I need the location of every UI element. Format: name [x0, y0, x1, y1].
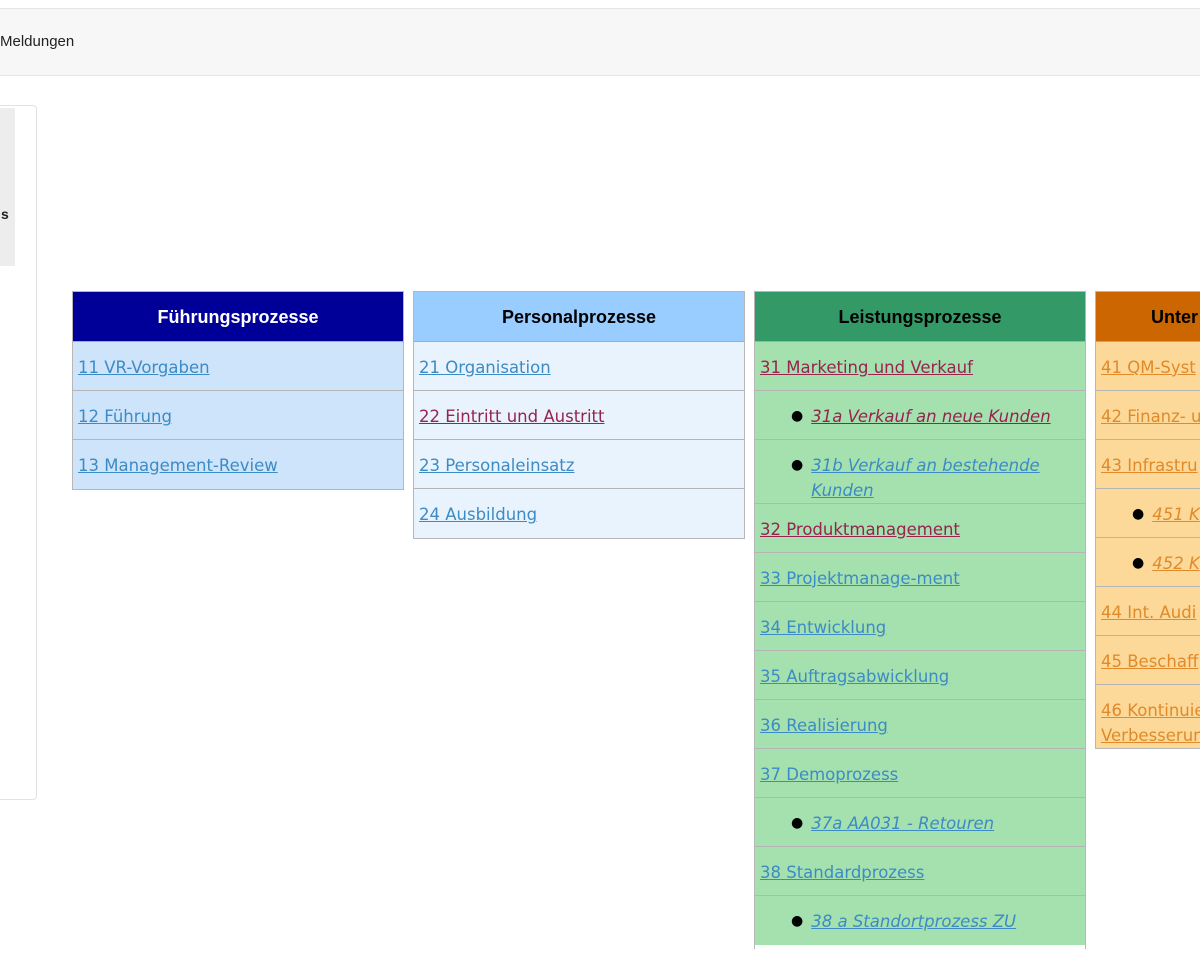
- sub-process-row: ● 37a AA031 - Retouren: [755, 798, 1085, 847]
- process-link[interactable]: 38 Standardprozess: [760, 863, 924, 882]
- column-fuehrungsprozesse: Führungsprozesse 11 VR-Vorgaben 12 Führung…: [72, 291, 404, 490]
- process-link[interactable]: 34 Entwicklung: [760, 618, 886, 637]
- top-navbar: Meldungen: [0, 8, 1200, 76]
- process-row: 13 Management-Review: [73, 440, 403, 489]
- process-row: 45 Beschaff: [1096, 636, 1200, 685]
- process-link[interactable]: 41 QM-Syst: [1101, 358, 1196, 377]
- bullet-icon: ●: [1132, 555, 1145, 571]
- sub-process-row: ● 38 a Standortprozess ZU: [755, 896, 1085, 945]
- process-link[interactable]: 23 Personaleinsatz: [419, 456, 574, 475]
- process-link[interactable]: 32 Produktmanagement: [760, 520, 960, 539]
- process-link[interactable]: 45 Beschaff: [1101, 652, 1198, 671]
- process-link[interactable]: 36 Realisierung: [760, 716, 888, 735]
- process-row: 24 Ausbildung: [414, 489, 744, 538]
- process-row: 36 Realisierung: [755, 700, 1085, 749]
- process-link[interactable]: 12 Führung: [78, 407, 172, 426]
- sub-process-link[interactable]: 31a Verkauf an neue Kunden: [811, 404, 1050, 429]
- process-link[interactable]: 24 Ausbildung: [419, 505, 537, 524]
- process-link[interactable]: 21 Organisation: [419, 358, 551, 377]
- process-link[interactable]: 35 Auftragsabwicklung: [760, 667, 949, 686]
- column-leistungsprozesse: Leistungsprozesse 31 Marketing und Verkau…: [754, 291, 1086, 949]
- process-link[interactable]: 44 Int. Audi: [1101, 603, 1196, 622]
- process-link[interactable]: 13 Management-Review: [78, 456, 278, 475]
- process-row: 31 Marketing und Verkauf: [755, 342, 1085, 391]
- sub-process-link[interactable]: 38 a Standortprozess ZU: [811, 909, 1016, 934]
- process-row: 42 Finanz- u: [1096, 391, 1200, 440]
- column-unterstuetzungsprozesse: Unter 41 QM-Syst 42 Finanz- u 43 Infrastru ●…: [1095, 291, 1200, 749]
- column-personalprozesse: Personalprozesse 21 Organisation 22 Eintri…: [413, 291, 745, 539]
- process-row: 11 VR-Vorgaben: [73, 342, 403, 391]
- process-link[interactable]: 11 VR-Vorgaben: [78, 358, 210, 377]
- bullet-icon: ●: [791, 457, 804, 473]
- process-link[interactable]: 33 Projektmanage-ment: [760, 569, 960, 588]
- sub-process-row: ● 452 K: [1096, 538, 1200, 587]
- side-panel: s: [0, 105, 37, 800]
- process-link[interactable]: 22 Eintritt und Austritt: [419, 407, 604, 426]
- bullet-icon: ●: [1132, 506, 1145, 522]
- sub-process-link[interactable]: 451 K: [1152, 502, 1200, 527]
- process-link[interactable]: 31 Marketing und Verkauf: [760, 358, 973, 377]
- process-link[interactable]: 46 Kontinuie Verbesserun: [1101, 701, 1200, 745]
- bullet-icon: ●: [791, 408, 804, 424]
- column-header: Unter: [1096, 292, 1200, 342]
- process-row: 38 Standardprozess: [755, 847, 1085, 896]
- process-row: 21 Organisation: [414, 342, 744, 391]
- column-header: Führungsprozesse: [73, 292, 403, 342]
- sub-process-link[interactable]: 37a AA031 - Retouren: [811, 811, 994, 836]
- bullet-icon: ●: [791, 815, 804, 831]
- process-row: 44 Int. Audi: [1096, 587, 1200, 636]
- process-link[interactable]: 37 Demoprozess: [760, 765, 898, 784]
- process-row: 12 Führung: [73, 391, 403, 440]
- process-row: 22 Eintritt und Austritt: [414, 391, 744, 440]
- process-row: 35 Auftragsabwicklung: [755, 651, 1085, 700]
- column-header: Personalprozesse: [414, 292, 744, 342]
- sub-process-row: ● 451 K: [1096, 489, 1200, 538]
- process-row: 43 Infrastru: [1096, 440, 1200, 489]
- side-panel-item[interactable]: s: [0, 108, 15, 266]
- process-row: 23 Personaleinsatz: [414, 440, 744, 489]
- nav-item-meldungen[interactable]: Meldungen: [0, 33, 74, 50]
- process-link[interactable]: 43 Infrastru: [1101, 456, 1198, 475]
- sub-process-row: ● 31a Verkauf an neue Kunden: [755, 391, 1085, 440]
- sub-process-link[interactable]: 452 K: [1152, 551, 1200, 576]
- side-panel-item-label: s: [1, 206, 9, 222]
- process-row: 34 Entwicklung: [755, 602, 1085, 651]
- process-row: 37 Demoprozess: [755, 749, 1085, 798]
- process-row: 32 Produktmanagement: [755, 504, 1085, 553]
- process-row: 41 QM-Syst: [1096, 342, 1200, 391]
- sub-process-row: ● 31b Verkauf an bestehende Kunden: [755, 440, 1085, 504]
- process-row: 46 Kontinuie Verbesserun: [1096, 685, 1200, 748]
- bullet-icon: ●: [791, 913, 804, 929]
- process-row: 33 Projektmanage-ment: [755, 553, 1085, 602]
- column-header: Leistungsprozesse: [755, 292, 1085, 342]
- sub-process-link[interactable]: 31b Verkauf an bestehende Kunden: [811, 453, 1080, 503]
- process-link[interactable]: 42 Finanz- u: [1101, 407, 1200, 426]
